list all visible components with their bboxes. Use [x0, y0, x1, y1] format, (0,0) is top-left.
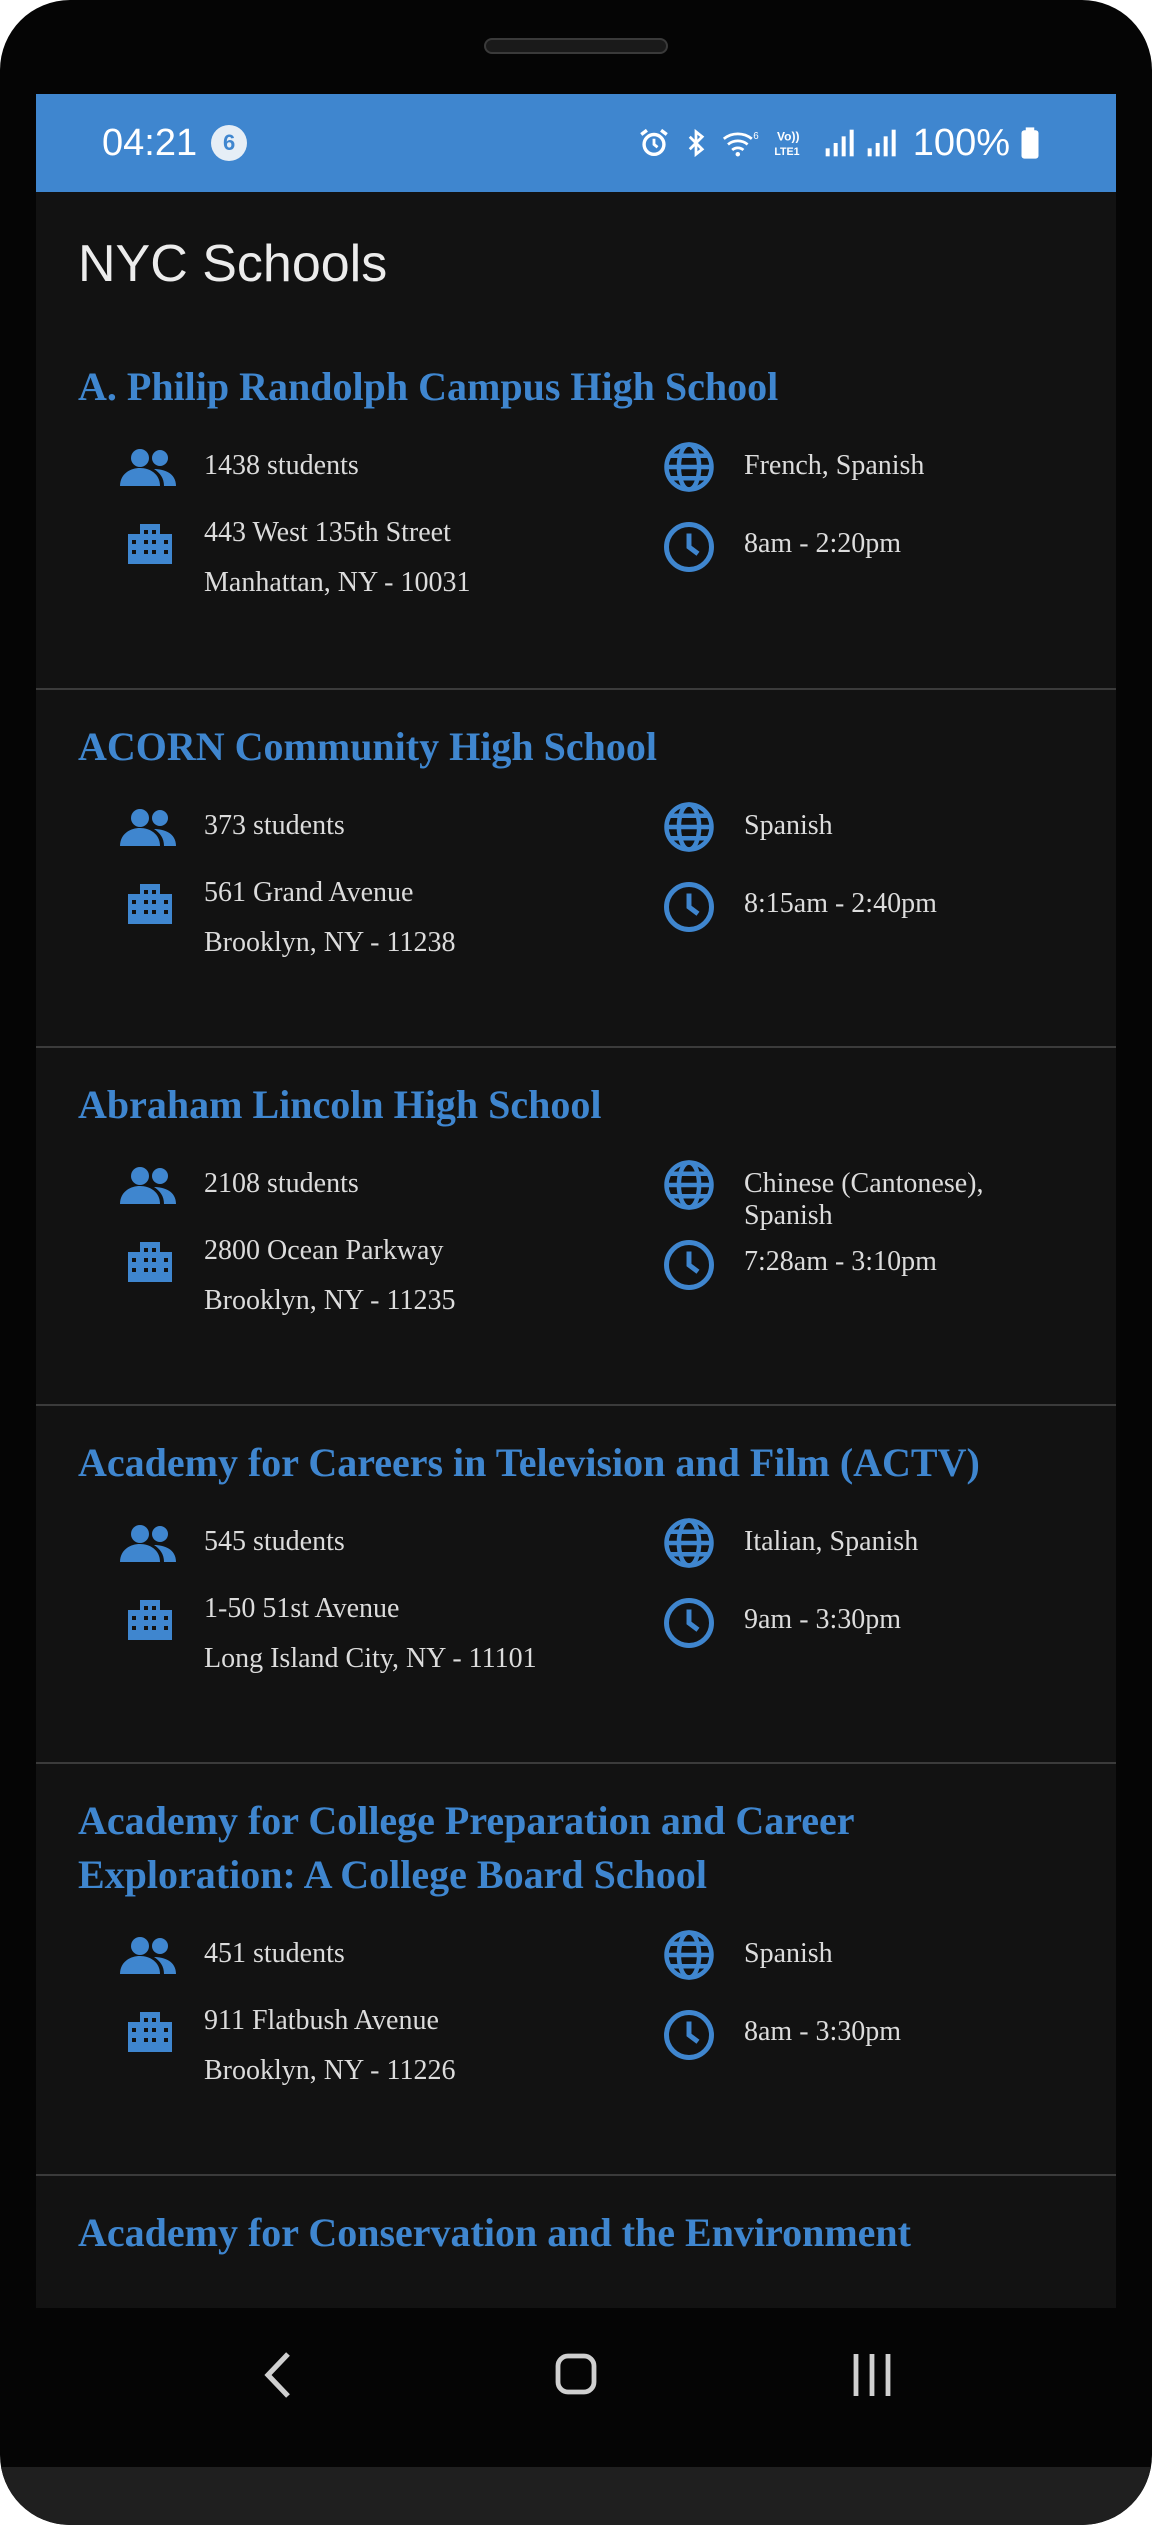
status-time: 04:21: [102, 121, 198, 164]
school-name: A. Philip Randolph Campus High School: [78, 364, 779, 409]
signal-icon: [825, 129, 854, 157]
languages: French, Spanish: [744, 450, 925, 481]
group-icon: [120, 808, 178, 852]
group-icon: [120, 1524, 178, 1568]
student-count: 451 students: [204, 1938, 345, 1969]
bluetooth-icon: [688, 128, 705, 158]
status-icons: 6 Vo)) LTE1 100%: [637, 122, 1040, 165]
back-icon[interactable]: [258, 2348, 302, 2406]
group-icon: [120, 448, 178, 492]
languages: Spanish: [744, 1938, 833, 1969]
school-hours: 8:15am - 2:40pm: [744, 888, 937, 919]
address-city: Long Island City, NY - 11101: [204, 1643, 537, 1674]
svg-text:LTE1: LTE1: [774, 146, 799, 158]
building-icon: [126, 2006, 174, 2058]
list-item[interactable]: Academy for Careers in Television and Fi…: [36, 1406, 1116, 1764]
school-hours: 9am - 3:30pm: [744, 1604, 902, 1635]
address-line: 443 West 135th Street: [204, 517, 451, 548]
address-city: Brooklyn, NY - 11226: [204, 2055, 456, 2086]
languages: Italian, Spanish: [744, 1526, 919, 1557]
student-count: 2108 students: [204, 1168, 359, 1199]
screen: 04:21 6 6 Vo)) LTE1 100% NYC Schools A. P…: [36, 94, 1116, 2308]
group-icon: [120, 1936, 178, 1980]
list-item[interactable]: ACORN Community High School 373 students…: [36, 690, 1116, 1048]
building-icon: [126, 878, 174, 930]
school-name: Academy for Conservation and the Environ…: [78, 2210, 911, 2255]
svg-text:Vo)): Vo)): [777, 129, 799, 143]
volte-icon: Vo)) LTE1: [774, 129, 799, 158]
clock-icon: [662, 1238, 716, 1296]
svg-text:6: 6: [753, 131, 759, 142]
notification-badge: 6: [211, 125, 248, 161]
globe-icon: [662, 800, 716, 858]
phone-speaker: [484, 38, 668, 54]
navigation-bar: [36, 2308, 1116, 2468]
school-list[interactable]: A. Philip Randolph Campus High School 14…: [36, 330, 1116, 2308]
list-item[interactable]: Academy for Conservation and the Environ…: [36, 2176, 1116, 2308]
phone-frame: 04:21 6 6 Vo)) LTE1 100% NYC Schools A. P…: [0, 0, 1152, 2525]
globe-icon: [662, 440, 716, 498]
status-bar: 04:21 6 6 Vo)) LTE1 100%: [36, 94, 1116, 192]
address-city: Brooklyn, NY - 11235: [204, 1285, 456, 1316]
school-name-line: Exploration: A College Board School: [78, 1852, 707, 1897]
building-icon: [126, 518, 174, 570]
clock-icon: [662, 880, 716, 938]
clock-icon: [662, 520, 716, 578]
student-count: 545 students: [204, 1526, 345, 1557]
clock-icon: [662, 2008, 716, 2066]
wifi-icon: 6: [722, 131, 759, 157]
battery-percentage: 100%: [912, 121, 1010, 164]
address-city: Manhattan, NY - 10031: [204, 567, 471, 598]
student-count: 1438 students: [204, 450, 359, 481]
signal-icon-2: [867, 129, 896, 157]
globe-icon: [662, 1516, 716, 1574]
page-title: NYC Schools: [78, 235, 388, 293]
address-line: 1-50 51st Avenue: [204, 1593, 400, 1624]
list-item[interactable]: Academy for College Preparation and Care…: [36, 1764, 1116, 2176]
battery-icon: [1021, 127, 1039, 159]
address-line: 561 Grand Avenue: [204, 877, 414, 908]
school-name: ACORN Community High School: [78, 724, 657, 769]
address-line: 2800 Ocean Parkway: [204, 1235, 444, 1266]
address-city: Brooklyn, NY - 11238: [204, 927, 456, 958]
group-icon: [120, 1166, 178, 1210]
address: 911 Flatbush Avenue Brooklyn, NY - 11226: [204, 1996, 455, 2096]
student-count: 373 students: [204, 810, 345, 841]
home-icon[interactable]: [552, 2348, 600, 2406]
globe-icon: [662, 1928, 716, 1986]
globe-icon: [662, 1158, 716, 1216]
school-name: Academy for College Preparation and Care…: [78, 1794, 855, 1902]
alarm-icon: [640, 128, 668, 157]
school-name-line: Academy for College Preparation and Care…: [78, 1798, 855, 1843]
address-line: 911 Flatbush Avenue: [204, 2005, 439, 2036]
languages: Chinese (Cantonese), Spanish: [744, 1168, 984, 1231]
recent-apps-icon[interactable]: [848, 2348, 896, 2406]
school-hours: 7:28am - 3:10pm: [744, 1246, 937, 1277]
building-icon: [126, 1594, 174, 1646]
address: 443 West 135th Street Manhattan, NY - 10…: [204, 508, 470, 608]
list-item[interactable]: Abraham Lincoln High School 2108 student…: [36, 1048, 1116, 1406]
address: 1-50 51st Avenue Long Island City, NY - …: [204, 1584, 537, 1684]
school-name: Abraham Lincoln High School: [78, 1082, 602, 1127]
building-icon: [126, 1236, 174, 1288]
list-item[interactable]: A. Philip Randolph Campus High School 14…: [36, 330, 1116, 690]
school-hours: 8am - 3:30pm: [744, 2016, 902, 2047]
address: 2800 Ocean Parkway Brooklyn, NY - 11235: [204, 1226, 455, 1326]
clock-icon: [662, 1596, 716, 1654]
school-hours: 8am - 2:20pm: [744, 528, 902, 559]
address: 561 Grand Avenue Brooklyn, NY - 11238: [204, 868, 455, 968]
school-name: Academy for Careers in Television and Fi…: [78, 1440, 980, 1485]
languages: Spanish: [744, 810, 833, 841]
